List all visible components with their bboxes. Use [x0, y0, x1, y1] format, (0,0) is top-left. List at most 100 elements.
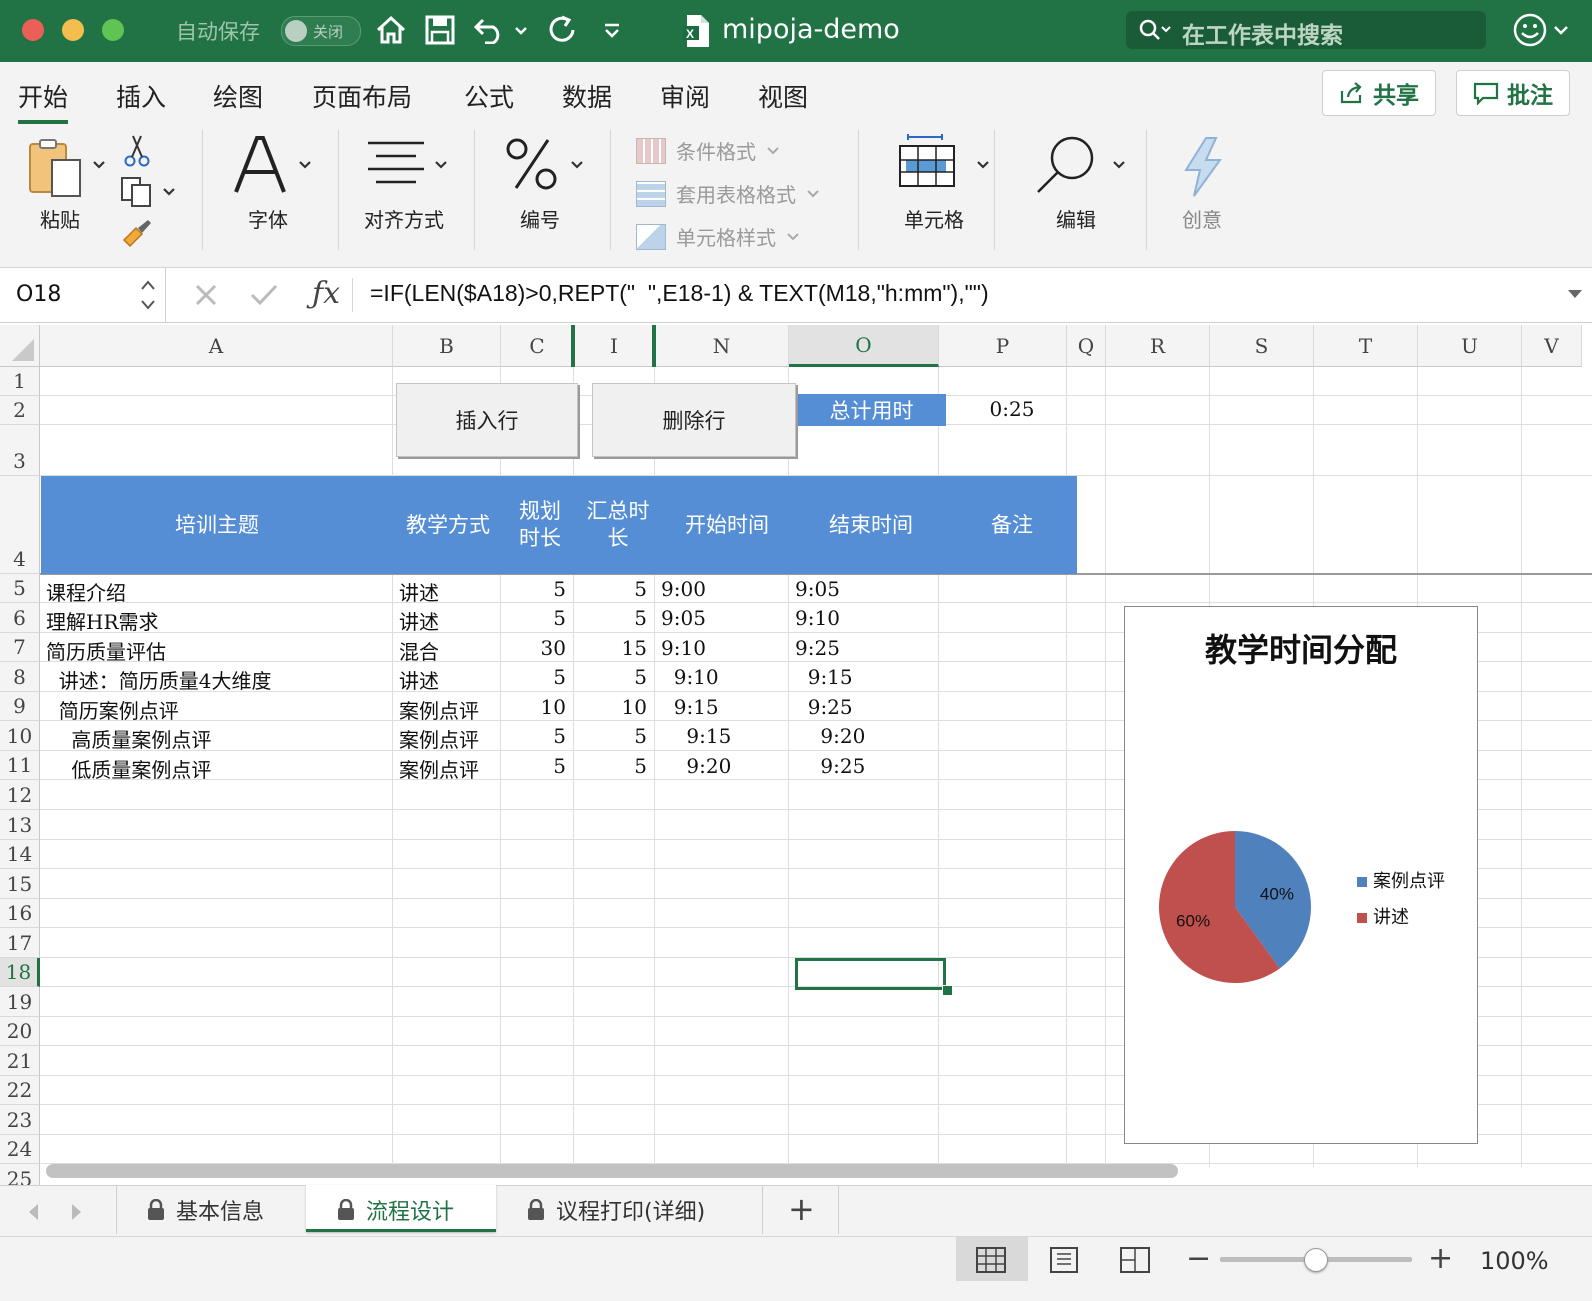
row-header-23[interactable]: 23 [0, 1105, 40, 1135]
conditional-formatting-button[interactable]: 条件格式 [636, 136, 780, 165]
tab-draw[interactable]: 绘图 [213, 78, 263, 114]
close-window-button[interactable] [22, 19, 44, 41]
sheet-tab-agenda-print[interactable]: 议程打印(详细) [526, 1186, 705, 1234]
row-header-6[interactable]: 6 [0, 603, 40, 633]
select-all-corner[interactable] [0, 325, 40, 367]
column-header-R[interactable]: R [1106, 325, 1210, 367]
align-dropdown-icon[interactable] [434, 160, 448, 170]
column-header-B[interactable]: B [393, 325, 501, 367]
prev-sheet-icon[interactable] [26, 1202, 40, 1222]
row-header-9[interactable]: 9 [0, 692, 40, 721]
normal-view-icon[interactable] [976, 1247, 1006, 1273]
zoom-window-button[interactable] [102, 19, 124, 41]
paste-icon[interactable] [26, 138, 86, 200]
row-header-10[interactable]: 10 [0, 721, 40, 751]
paste-dropdown-icon[interactable] [92, 160, 106, 170]
percent-icon[interactable] [504, 136, 560, 192]
row-header-3[interactable]: 3 [0, 425, 40, 476]
row-header-8[interactable]: 8 [0, 662, 40, 692]
redo-icon[interactable] [546, 14, 578, 46]
zoom-level[interactable]: 100% [1480, 1247, 1549, 1275]
row-header-15[interactable]: 15 [0, 869, 40, 899]
edit-dropdown-icon[interactable] [1112, 160, 1126, 170]
row-header-20[interactable]: 20 [0, 1017, 40, 1046]
column-header-Q[interactable]: Q [1067, 325, 1106, 367]
font-dropdown-icon[interactable] [298, 160, 312, 170]
row-header-4[interactable]: 4 [0, 476, 40, 574]
row-header-21[interactable]: 21 [0, 1046, 40, 1076]
row-header-19[interactable]: 19 [0, 987, 40, 1017]
row-header-24[interactable]: 24 [0, 1135, 40, 1164]
pie-chart-container[interactable]: 教学时间分配 40% 60% 案例点评 讲述 [1124, 606, 1478, 1144]
column-header-A[interactable]: A [40, 325, 393, 367]
sheet-tab-process-design[interactable]: 流程设计 [336, 1186, 454, 1234]
column-header-N[interactable]: N [655, 325, 789, 367]
tab-page-layout[interactable]: 页面布局 [312, 78, 412, 114]
worksheet-grid[interactable]: ABCINOPQRSTUV 1 2 3 4 5 6 7 8 9 10 11 12 13 14 15 16 17 1… [0, 325, 1592, 1185]
share-button[interactable]: 共享 [1322, 70, 1436, 116]
smiley-feedback-icon[interactable] [1512, 12, 1548, 48]
selected-cell-O18[interactable] [795, 958, 946, 990]
zoom-in-button[interactable]: + [1428, 1241, 1453, 1276]
row-header-16[interactable]: 16 [0, 899, 40, 928]
cells-dropdown-icon[interactable] [976, 160, 990, 170]
feedback-dropdown-icon[interactable] [1553, 25, 1569, 37]
delete-row-button[interactable]: 删除行 [592, 383, 796, 457]
alignment-icon[interactable] [366, 140, 426, 188]
sheet-tab-basic-info[interactable]: 基本信息 [146, 1186, 264, 1234]
cell-styles-button[interactable]: 单元格样式 [636, 222, 800, 251]
cancel-entry-icon[interactable] [194, 283, 218, 307]
row-header-22[interactable]: 22 [0, 1076, 40, 1105]
tab-view[interactable]: 视图 [758, 78, 808, 114]
tab-review[interactable]: 审阅 [660, 78, 710, 114]
row-header-17[interactable]: 17 [0, 928, 40, 958]
row-header-2[interactable]: 2 [0, 396, 40, 425]
ideas-lightning-icon[interactable] [1180, 136, 1226, 198]
row-header-13[interactable]: 13 [0, 810, 40, 840]
name-box[interactable]: O18 [0, 268, 166, 322]
row-header-14[interactable]: 14 [0, 840, 40, 869]
undo-icon[interactable] [473, 16, 507, 44]
column-header-C[interactable]: C [501, 325, 574, 367]
sheet-search-box[interactable]: 在工作表中搜索 [1126, 11, 1486, 49]
row-header-1[interactable]: 1 [0, 367, 40, 396]
undo-dropdown-icon[interactable] [514, 26, 528, 36]
formula-input[interactable]: =IF(LEN($A18)>0,REPT(" ",E18-1) & TEXT(M… [370, 280, 989, 307]
number-dropdown-icon[interactable] [570, 160, 584, 170]
hidden-columns-marker[interactable] [571, 325, 575, 367]
font-icon[interactable] [232, 134, 288, 194]
expand-formula-icon[interactable] [1566, 288, 1584, 300]
insert-row-button[interactable]: 插入行 [396, 383, 578, 457]
cut-icon[interactable] [124, 134, 150, 168]
zoom-slider-thumb[interactable] [1304, 1248, 1328, 1272]
column-header-U[interactable]: U [1418, 325, 1522, 367]
next-sheet-icon[interactable] [70, 1202, 84, 1222]
save-icon[interactable] [425, 14, 455, 46]
tab-home[interactable]: 开始 [18, 78, 69, 124]
row-header-12[interactable]: 12 [0, 780, 40, 810]
row-header-18[interactable]: 18 [0, 958, 40, 987]
tab-insert[interactable]: 插入 [116, 78, 166, 114]
find-magnifier-icon[interactable] [1034, 134, 1096, 196]
autosave-toggle[interactable]: 关闭 [281, 16, 361, 46]
column-header-P[interactable]: P [939, 325, 1067, 367]
tab-formulas[interactable]: 公式 [464, 78, 514, 114]
cells-icon[interactable] [898, 134, 958, 190]
insert-function-icon[interactable]: ƒx [312, 276, 340, 311]
format-as-table-button[interactable]: 套用表格格式 [636, 179, 820, 208]
minimize-window-button[interactable] [62, 19, 84, 41]
column-header-T[interactable]: T [1314, 325, 1418, 367]
column-header-I[interactable]: I [574, 325, 655, 367]
row-header-5[interactable]: 5 [0, 574, 40, 603]
zoom-out-button[interactable]: − [1186, 1241, 1211, 1276]
column-header-O[interactable]: O [789, 325, 939, 367]
row-header-25[interactable]: 25 [0, 1164, 40, 1185]
confirm-entry-icon[interactable] [250, 283, 278, 307]
hidden-columns-marker[interactable] [652, 325, 656, 367]
page-break-view-icon[interactable] [1120, 1247, 1150, 1273]
column-header-S[interactable]: S [1210, 325, 1314, 367]
row-header-11[interactable]: 11 [0, 751, 40, 780]
name-box-stepper-icon[interactable] [140, 278, 156, 312]
copy-dropdown-icon[interactable] [162, 187, 176, 197]
copy-icon[interactable] [120, 176, 154, 208]
